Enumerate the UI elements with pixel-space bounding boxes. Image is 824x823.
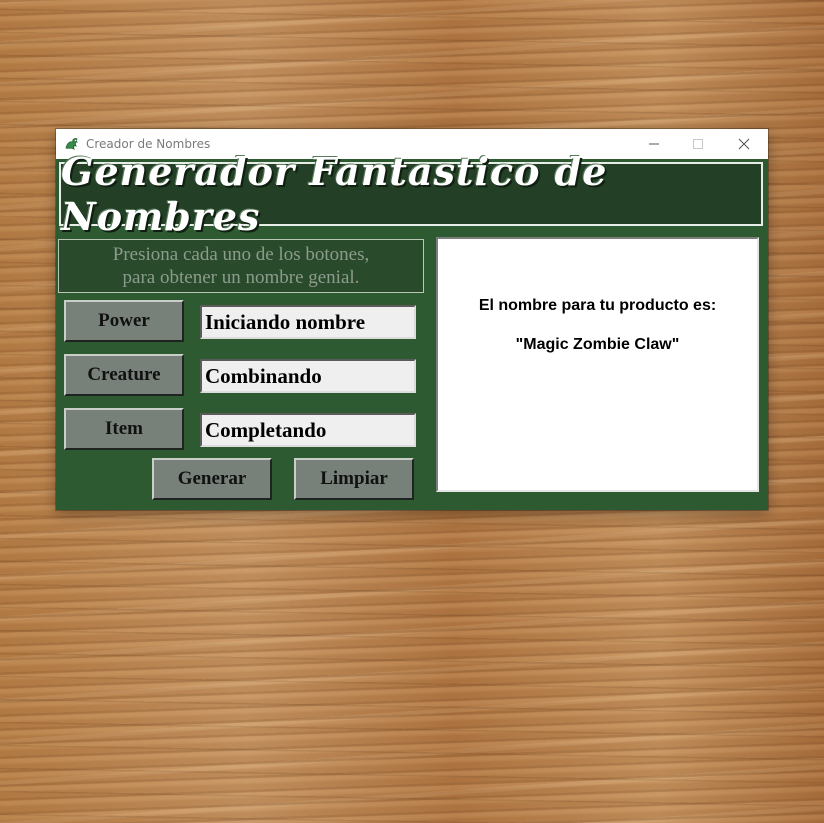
result-label: El nombre para tu producto es: [478,297,717,314]
app-window: Creador de Nombres Generador Fantastico … [56,129,768,510]
generate-button[interactable]: Generar [152,458,272,500]
power-field[interactable]: Iniciando nombre [200,305,416,339]
clear-button[interactable]: Limpiar [294,458,414,500]
power-button[interactable]: Power [64,300,184,342]
item-field[interactable]: Completando [200,413,416,447]
generated-name: "Magic Zombie Claw" [515,336,680,353]
instructions-line-2: para obtener un nombre genial. [122,267,360,288]
creature-field[interactable]: Combinando [200,359,416,393]
item-button[interactable]: Item [64,408,184,450]
instructions-line-1: Presiona cada uno de los botones, [112,244,370,265]
instructions-box: Presiona cada uno de los botones, para o… [58,239,424,293]
banner-title: Generador Fantastico de Nombres [61,149,608,239]
title-banner: Generador Fantastico de Nombres [59,149,763,239]
result-panel: El nombre para tu producto es: "Magic Zo… [436,237,759,492]
creature-button[interactable]: Creature [64,354,184,396]
